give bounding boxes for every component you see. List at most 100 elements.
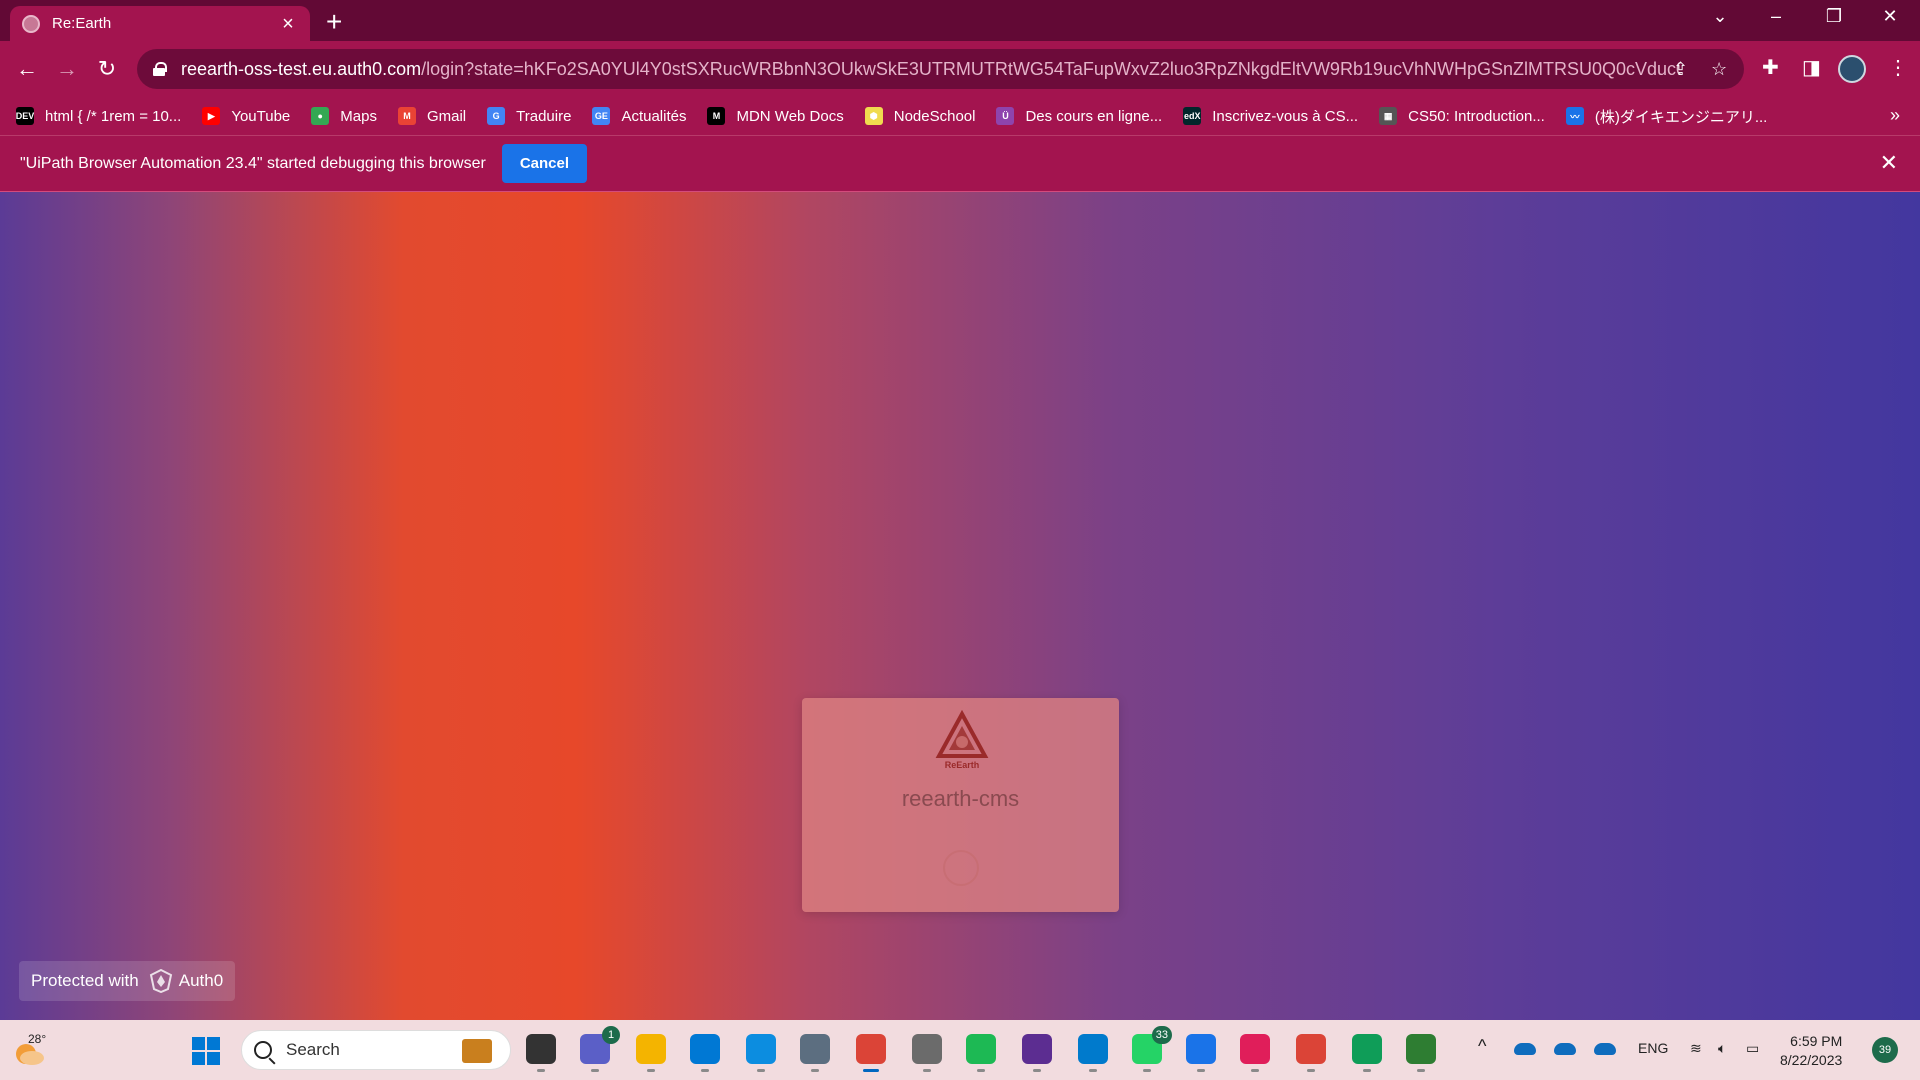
search-label: Search	[286, 1040, 340, 1059]
back-arrow-icon[interactable]: ←	[11, 53, 43, 85]
loading-spinner	[943, 850, 979, 886]
auth0-shield-icon	[149, 969, 172, 993]
running-indicator	[1033, 1069, 1041, 1072]
star-icon[interactable]: ☆	[1711, 59, 1727, 80]
bookmark-item[interactable]: GE Actualités	[592, 107, 686, 125]
language-indicator[interactable]: ENG	[1638, 1040, 1668, 1056]
svg-text:ReEarth: ReEarth	[945, 760, 980, 770]
running-indicator	[811, 1069, 819, 1072]
nodeschool-icon: ⬢	[864, 107, 883, 125]
battery-icon[interactable]: ▭	[1746, 1040, 1759, 1057]
bookmark-item[interactable]: ● Maps	[311, 107, 377, 125]
login-card: ReEarth reearth-cms	[802, 698, 1119, 912]
app-purple-icon[interactable]	[1022, 1034, 1052, 1072]
bookmark-item[interactable]: DEV html { /* 1rem = 10...	[16, 107, 181, 125]
file-explorer-icon[interactable]	[636, 1034, 666, 1072]
task-view-icon[interactable]	[526, 1034, 556, 1072]
courses-icon: Ü	[996, 107, 1015, 125]
bookmark-label: YouTube	[231, 107, 291, 125]
infobar-message: "UiPath Browser Automation 23.4" started…	[20, 154, 486, 172]
badge-prefix: Protected with	[31, 971, 139, 990]
onedrive-icon[interactable]	[1594, 1043, 1616, 1055]
whatsapp-icon[interactable]: 33	[1132, 1026, 1172, 1072]
forward-arrow-icon[interactable]: →	[51, 53, 83, 85]
chrome-profile-3-icon[interactable]	[1352, 1034, 1382, 1072]
clock-time: 6:59 PM	[1790, 1033, 1843, 1049]
settings-icon[interactable]	[912, 1034, 942, 1072]
app-blue-icon[interactable]	[1186, 1034, 1216, 1072]
bookmark-label: Actualités	[621, 107, 687, 125]
extensions-icon[interactable]: ✚	[1762, 55, 1779, 80]
clock-date: 8/22/2023	[1780, 1052, 1843, 1068]
chevron-up-icon[interactable]: ^	[1478, 1036, 1486, 1057]
running-indicator	[1417, 1069, 1425, 1072]
volume-icon[interactable]: 🔈︎	[1718, 1040, 1726, 1057]
running-indicator	[863, 1069, 879, 1072]
chevron-down-icon[interactable]: ⌄	[1700, 6, 1740, 27]
browser-toolbar: ← → ↻ reearth-oss-test.eu.auth0.com/logi…	[0, 41, 1920, 97]
cancel-button[interactable]: Cancel	[501, 144, 588, 183]
notification-count[interactable]: 39	[1872, 1037, 1898, 1063]
spotify-icon[interactable]	[966, 1034, 996, 1072]
running-indicator	[977, 1069, 985, 1072]
bookmark-label: NodeSchool	[893, 107, 976, 125]
menu-kebab-icon[interactable]: ⋮	[1888, 55, 1908, 80]
slack-icon[interactable]	[1240, 1034, 1270, 1072]
login-page: ReEarth reearth-cms Protected with Auth0	[0, 192, 1920, 1020]
bookmark-label: MDN Web Docs	[736, 107, 844, 125]
onedrive-icon[interactable]	[1554, 1043, 1576, 1055]
bookmark-item[interactable]: ▶ YouTube	[202, 107, 290, 125]
running-indicator	[757, 1069, 765, 1072]
auth0-badge[interactable]: Protected with Auth0	[19, 961, 236, 1001]
windows-start-icon[interactable]	[192, 1037, 220, 1065]
youtube-icon: ▶	[202, 107, 221, 125]
plus-icon[interactable]: +	[326, 8, 342, 36]
chrome-profile-2-icon[interactable]	[1296, 1034, 1326, 1072]
media-app-icon[interactable]	[1406, 1034, 1436, 1072]
side-panel-icon[interactable]: ◨	[1802, 55, 1821, 80]
url-text: reearth-oss-test.eu.auth0.com/login?stat…	[181, 58, 1681, 79]
calculator-icon[interactable]	[800, 1034, 830, 1072]
close-icon[interactable]: ✕	[1880, 150, 1898, 176]
restore-icon[interactable]: ❐	[1814, 6, 1854, 27]
bookmark-item[interactable]: ⬢ NodeSchool	[864, 107, 976, 125]
bookmark-item[interactable]: edX Inscrivez-vous à CS...	[1183, 107, 1358, 125]
clock[interactable]: 6:59 PM 8/22/2023	[1780, 1032, 1842, 1070]
chrome-icon[interactable]	[856, 1034, 886, 1072]
bookmark-item[interactable]: ▦ CS50: Introduction...	[1379, 107, 1545, 125]
lock-icon[interactable]	[153, 62, 167, 76]
bookmark-item[interactable]: Ü Des cours en ligne...	[996, 107, 1162, 125]
running-indicator	[1143, 1069, 1151, 1072]
wifi-icon[interactable]: ≋	[1690, 1040, 1702, 1057]
vscode-icon[interactable]	[1078, 1034, 1108, 1072]
translate-icon: G	[487, 107, 506, 125]
bookmark-item[interactable]: M MDN Web Docs	[707, 107, 844, 125]
bookmarks-bar: DEV html { /* 1rem = 10... ▶ YouTube ● Maps M G…	[0, 97, 1920, 135]
bookmark-item[interactable]: M Gmail	[397, 107, 466, 125]
window-close-icon[interactable]: ✕	[1870, 6, 1910, 27]
mdn-icon: M	[707, 107, 726, 125]
edge-icon[interactable]	[746, 1034, 776, 1072]
close-icon[interactable]: ×	[278, 14, 298, 34]
bookmark-item[interactable]: G Traduire	[487, 107, 571, 125]
teams-icon[interactable]: 1	[580, 1026, 620, 1072]
app-badge: 33	[1151, 1026, 1172, 1044]
avatar[interactable]	[1838, 55, 1866, 83]
share-icon[interactable]: ⇪	[1673, 59, 1688, 80]
bookmark-label: Traduire	[516, 107, 572, 125]
windows-taskbar: 28° Search ^ ENG ≋ 🔈︎ ▭ 6:59 PM 8/22/202…	[0, 1020, 1920, 1080]
minimize-icon[interactable]: –	[1756, 6, 1796, 27]
bookmarks-overflow-icon[interactable]: »	[1890, 105, 1900, 126]
bookmark-item[interactable]: 〰 (株)ダイキエンジニアリ...	[1565, 106, 1767, 127]
running-indicator	[1251, 1069, 1259, 1072]
maps-icon: ●	[311, 107, 330, 125]
reload-icon[interactable]: ↻	[91, 53, 123, 85]
tab-reearth[interactable]: Re:Earth ×	[10, 6, 310, 41]
outlook-icon[interactable]	[690, 1034, 720, 1072]
onedrive-icon[interactable]	[1514, 1043, 1536, 1055]
cs50-icon: ▦	[1379, 107, 1398, 125]
address-bar[interactable]: reearth-oss-test.eu.auth0.com/login?stat…	[137, 49, 1744, 89]
taskbar-search[interactable]: Search	[241, 1030, 511, 1070]
briefcase-icon	[462, 1039, 492, 1063]
news-icon: GE	[592, 107, 611, 125]
